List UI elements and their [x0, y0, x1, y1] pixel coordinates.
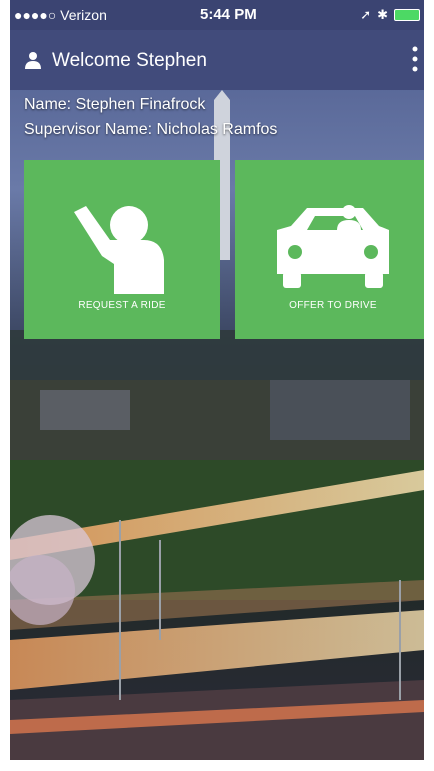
location-icon: ➚	[360, 7, 372, 22]
request-ride-button[interactable]: REQUEST A RIDE	[24, 160, 220, 339]
offer-drive-button[interactable]: OFFER TO DRIVE	[235, 160, 424, 339]
carrier-label: ●●●●○ Verizon	[14, 7, 107, 23]
bluetooth-icon: ✱	[377, 7, 388, 22]
battery-icon	[394, 9, 420, 21]
waving-person-icon	[74, 206, 164, 294]
user-icon	[25, 52, 41, 69]
app-bar: Welcome Stephen	[10, 30, 424, 90]
status-icons: ➚ ✱	[360, 7, 420, 23]
user-name-label: Name: Stephen Finafrock	[24, 96, 206, 113]
offer-drive-label: OFFER TO DRIVE	[289, 300, 377, 311]
request-ride-label: REQUEST A RIDE	[78, 300, 166, 311]
app-title: Welcome Stephen	[52, 50, 207, 71]
supervisor-name-label: Supervisor Name: Nicholas Ramfos	[24, 121, 278, 138]
more-vertical-icon[interactable]	[406, 44, 424, 74]
car-with-driver-icon	[277, 205, 389, 288]
phone-screen: ●●●●○ Verizon 5:44 PM ➚ ✱ Welcome Stephe…	[10, 0, 424, 760]
status-time: 5:44 PM	[200, 6, 257, 23]
status-bar: ●●●●○ Verizon 5:44 PM ➚ ✱	[10, 0, 424, 30]
city-night-background	[10, 0, 424, 760]
